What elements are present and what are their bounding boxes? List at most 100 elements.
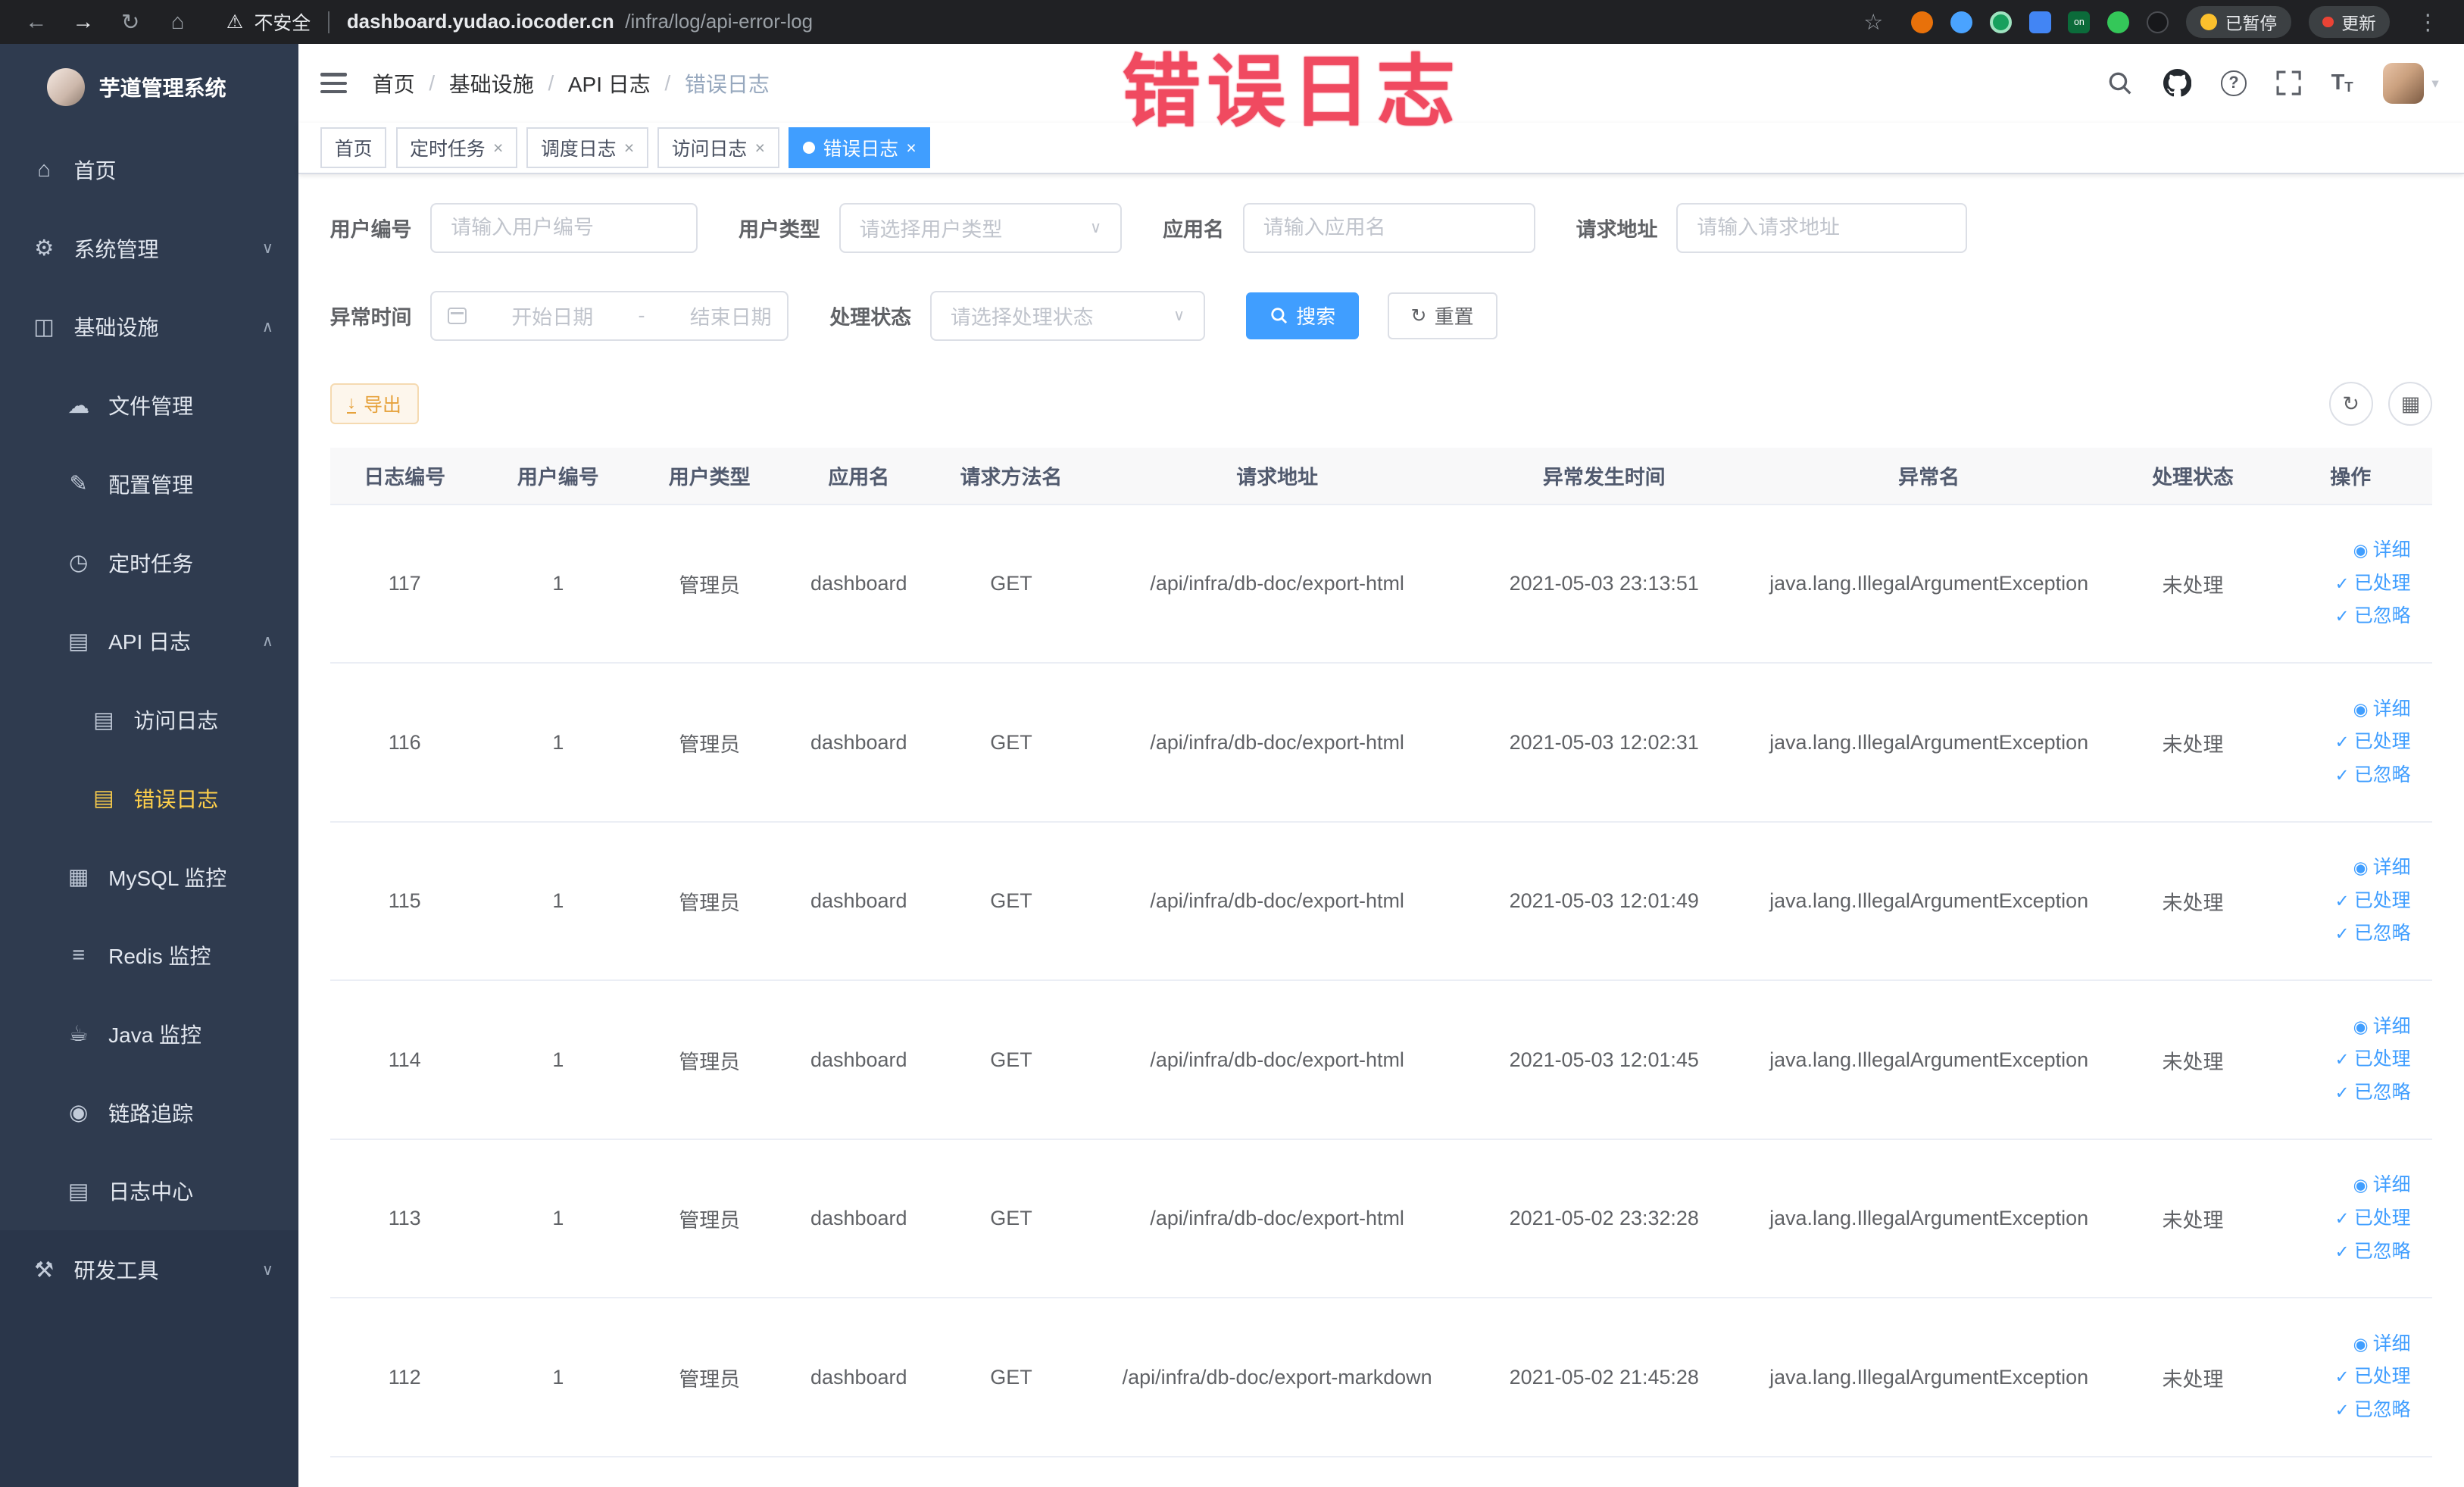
sidebar-item-tracing[interactable]: ◉ 链路追踪 (0, 1073, 298, 1152)
browser-menu-kebab-icon[interactable]: ⋮ (2407, 9, 2448, 36)
search-button[interactable]: 搜索 (1246, 292, 1360, 340)
breadcrumb-item[interactable]: 首页 (373, 68, 415, 98)
user-menu[interactable]: ▾ (2383, 62, 2439, 104)
home-icon: ⌂ (37, 157, 51, 182)
mark-ignored-link[interactable]: ✓ 已忽略 (2275, 917, 2410, 951)
view-icon: ◉ (2353, 1016, 2369, 1036)
breadcrumb-item[interactable]: API 日志 (568, 68, 651, 98)
sidebar-item-log-center[interactable]: ▤ 日志中心 (0, 1152, 298, 1231)
mark-processed-link[interactable]: ✓ 已处理 (2275, 726, 2410, 759)
caret-down-icon: ▾ (2431, 74, 2439, 91)
sidebar-item-scheduled-jobs[interactable]: ◷ 定时任务 (0, 523, 298, 602)
address-bar[interactable]: ⚠ 不安全 dashboard.yudao.iocoder.cn/infra/l… (226, 8, 1847, 36)
mark-processed-link[interactable]: ✓ 已处理 (2275, 1360, 2410, 1394)
sidebar-item-java-monitor[interactable]: ☕ Java 监控 (0, 995, 298, 1073)
table-row: 114 1 管理员 dashboard GET /api/infra/db-do… (329, 980, 2433, 1140)
sidebar-item-system[interactable]: ⚙ 系统管理 ∨ (0, 209, 298, 288)
table-header-row: 日志编号 用户编号 用户类型 应用名 请求方法名 请求地址 异常发生时间 异常名… (329, 448, 2433, 505)
sidebar-item-access-log[interactable]: ▤ 访问日志 (0, 680, 298, 759)
table-row: 113 1 管理员 dashboard GET /api/infra/db-do… (329, 1139, 2433, 1299)
search-icon[interactable] (2106, 70, 2133, 96)
reset-button[interactable]: ↻ 重置 (1387, 292, 1497, 340)
document-icon: ▤ (68, 629, 89, 654)
sidebar-item-mysql-monitor[interactable]: ▦ MySQL 监控 (0, 838, 298, 917)
extension-icon[interactable]: on (2068, 11, 2091, 33)
sidebar-item-file-manage[interactable]: ☁ 文件管理 (0, 366, 298, 445)
user-id-input[interactable] (430, 202, 698, 253)
reload-icon[interactable]: ↻ (110, 9, 151, 36)
extension-icon[interactable] (1989, 11, 2012, 33)
browser-home-icon[interactable]: ⌂ (157, 10, 198, 35)
app-name-input[interactable] (1242, 202, 1535, 253)
extension-icon[interactable] (2028, 11, 2051, 33)
extension-icon[interactable] (2147, 11, 2169, 33)
chevron-down-icon: ∨ (261, 239, 273, 258)
detail-link[interactable]: ◉ 详细 (2275, 1011, 2411, 1044)
paused-extension-button[interactable]: 已暂停 (2185, 6, 2291, 38)
close-icon[interactable]: × (906, 138, 916, 158)
detail-link[interactable]: ◉ 详细 (2275, 534, 2411, 567)
edit-icon: ✎ (69, 472, 88, 497)
tab-schedule-log[interactable]: 调度日志 × (526, 127, 648, 168)
forward-icon[interactable]: → (63, 10, 104, 35)
extension-icon[interactable] (1911, 11, 1934, 33)
mark-ignored-link[interactable]: ✓ 已忽略 (2275, 1394, 2410, 1427)
extension-icon[interactable] (2107, 11, 2130, 33)
mark-ignored-link[interactable]: ✓ 已忽略 (2275, 1236, 2410, 1269)
chevron-down-icon: ∨ (261, 1261, 273, 1279)
request-url-input[interactable] (1676, 202, 1968, 253)
sidebar-toggle-icon[interactable] (320, 73, 348, 94)
mark-ignored-link[interactable]: ✓ 已忽略 (2275, 1076, 2410, 1110)
sidebar-item-config-manage[interactable]: ✎ 配置管理 (0, 445, 298, 523)
chrome-update-button[interactable]: 更新 (2308, 6, 2391, 38)
detail-link[interactable]: ◉ 详细 (2275, 1169, 2411, 1202)
check-icon: ✓ (2334, 890, 2350, 911)
exception-time-label: 异常时间 (329, 306, 412, 330)
close-icon[interactable]: × (755, 138, 765, 158)
sidebar-item-label: 系统管理 (73, 237, 159, 261)
tab-scheduled-jobs[interactable]: 定时任务 × (395, 127, 517, 168)
check-icon: ✓ (2334, 1207, 2350, 1228)
mark-processed-link[interactable]: ✓ 已处理 (2275, 1043, 2410, 1076)
user-type-select[interactable]: 请选择用户类型 ∨ (839, 202, 1123, 253)
mark-processed-link[interactable]: ✓ 已处理 (2275, 1202, 2410, 1236)
fullscreen-icon[interactable] (2276, 70, 2301, 96)
breadcrumb-item[interactable]: 基础设施 (449, 68, 534, 98)
tab-home[interactable]: 首页 (320, 127, 387, 168)
back-icon[interactable]: ← (16, 10, 57, 35)
sidebar-item-api-log[interactable]: ▤ API 日志 ∧ (0, 601, 298, 680)
sidebar-item-infra[interactable]: ◫ 基础设施 ∧ (0, 288, 298, 367)
detail-link[interactable]: ◉ 详细 (2275, 693, 2411, 726)
document-icon: ▤ (93, 708, 114, 733)
mark-processed-link[interactable]: ✓ 已处理 (2275, 885, 2410, 918)
bookmark-star-icon[interactable]: ☆ (1853, 9, 1894, 36)
close-icon[interactable]: × (493, 138, 503, 158)
sidebar-item-redis-monitor[interactable]: ≡ Redis 监控 (0, 916, 298, 995)
view-icon: ◉ (2353, 698, 2369, 719)
tab-access-log[interactable]: 访问日志 × (657, 127, 779, 168)
error-log-table: 日志编号 用户编号 用户类型 应用名 请求方法名 请求地址 异常发生时间 异常名… (329, 448, 2433, 1458)
mark-processed-link[interactable]: ✓ 已处理 (2275, 567, 2410, 601)
sidebar-item-label: API 日志 (108, 630, 192, 654)
mark-ignored-link[interactable]: ✓ 已忽略 (2275, 600, 2410, 633)
column-settings-button[interactable]: ▦ (2388, 382, 2433, 426)
app-logo[interactable]: 芋道管理系统 (0, 44, 298, 130)
sidebar-item-label: Redis 监控 (108, 945, 211, 969)
sidebar-item-home[interactable]: ⌂ 首页 (0, 130, 298, 209)
export-button[interactable]: ↓ 导出 (329, 383, 419, 425)
sidebar-item-error-log[interactable]: ▤ 错误日志 (0, 759, 298, 838)
mark-ignored-link[interactable]: ✓ 已忽略 (2275, 759, 2410, 792)
refresh-table-button[interactable]: ↻ (2328, 382, 2373, 426)
date-range-picker[interactable]: 开始日期 - 结束日期 (430, 290, 789, 342)
extension-icon[interactable] (1950, 11, 1972, 33)
close-icon[interactable]: × (624, 138, 634, 158)
process-status-select[interactable]: 请选择处理状态 ∨ (930, 290, 1206, 342)
detail-link[interactable]: ◉ 详细 (2275, 851, 2411, 885)
tab-error-log[interactable]: 错误日志 × (789, 127, 931, 168)
detail-link[interactable]: ◉ 详细 (2275, 1328, 2411, 1361)
font-size-icon[interactable]: TT (2331, 70, 2353, 95)
check-icon: ✓ (2334, 606, 2350, 626)
help-icon[interactable]: ? (2221, 70, 2247, 96)
github-icon[interactable] (2163, 69, 2191, 97)
sidebar-item-dev-tools[interactable]: ⚒ 研发工具 ∨ (0, 1230, 299, 1309)
